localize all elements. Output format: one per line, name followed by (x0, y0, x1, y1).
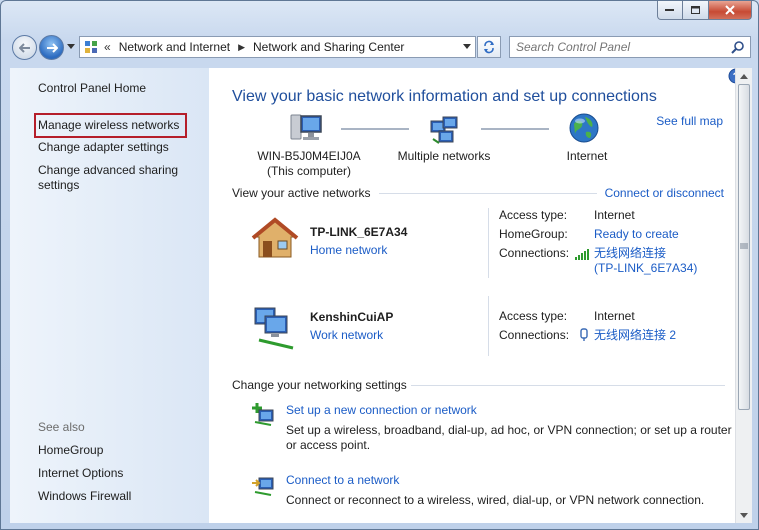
minimize-icon (665, 9, 674, 11)
connect-network-desc: Connect or reconnect to a wireless, wire… (286, 493, 705, 507)
map-networks-label: Multiple networks (397, 149, 491, 163)
network-type-link[interactable]: Home network (310, 243, 387, 258)
window-frame: « Network and Internet ▶ Network and Sha… (0, 0, 759, 530)
computer-name: WIN-B5J0M4EIJ0A (257, 149, 361, 163)
wifi-signal-icon (575, 249, 589, 260)
breadcrumb-network-sharing-center[interactable]: Network and Sharing Center (253, 40, 404, 54)
homegroup-ready-link[interactable]: Ready to create (594, 227, 679, 242)
setup-connection-desc: Set up a wireless, broadband, dial-up, a… (286, 423, 732, 452)
maximize-button[interactable] (683, 1, 709, 20)
search-box[interactable] (509, 36, 751, 58)
access-type-label: Access type: (499, 309, 568, 323)
work-network-icon (254, 307, 294, 350)
scroll-up-button[interactable] (736, 68, 752, 84)
scrollbar-thumb[interactable] (738, 84, 750, 410)
breadcrumb-separator[interactable]: ▶ (238, 42, 245, 53)
internet-globe-icon (569, 113, 599, 143)
computer-icon (290, 114, 322, 140)
settings-heading: Change your networking settings (232, 378, 407, 392)
caption-buttons (657, 1, 752, 20)
main-content: ? View your basic network information an… (209, 68, 744, 523)
computer-caption: (This computer) (266, 164, 352, 178)
connection-link[interactable]: 无线网络连接 2 (594, 328, 676, 343)
sidebar: Control Panel Home Manage wireless netwo… (10, 68, 209, 523)
connect-disconnect-link[interactable]: Connect or disconnect (605, 186, 724, 201)
address-dropdown-icon[interactable] (463, 44, 471, 49)
divider (379, 193, 597, 194)
search-input[interactable] (516, 40, 716, 54)
page-title: View your basic network information and … (232, 88, 657, 105)
new-connection-icon (252, 403, 274, 426)
map-computer-name: WIN-B5J0M4EIJ0A (This computer) (249, 149, 369, 179)
back-button[interactable] (12, 35, 37, 60)
see-also-internet-options[interactable]: Internet Options (38, 466, 123, 481)
close-icon (725, 5, 735, 15)
network-name: KenshinCuiAP (310, 310, 394, 324)
network-type-link[interactable]: Work network (310, 328, 383, 343)
see-also-windows-firewall[interactable]: Windows Firewall (38, 489, 131, 504)
divider (411, 385, 725, 386)
active-networks-heading: View your active networks (232, 186, 371, 200)
refresh-icon (484, 40, 494, 54)
maximize-icon (690, 5, 700, 14)
setup-connection-link[interactable]: Set up a new connection or network (286, 403, 477, 417)
close-button[interactable] (709, 1, 752, 20)
connections-label: Connections: (499, 246, 570, 260)
sidebar-item-manage-wireless[interactable]: Manage wireless networks (33, 113, 188, 138)
divider (488, 208, 489, 278)
control-panel-icon (85, 41, 97, 53)
search-icon[interactable] (731, 40, 745, 54)
arrow-right-icon (46, 42, 58, 53)
access-type-value: Internet (594, 309, 635, 323)
connections-label: Connections: (499, 328, 570, 342)
map-link-line (481, 128, 549, 130)
map-internet-label: Internet (566, 149, 608, 163)
see-also-homegroup[interactable]: HomeGroup (38, 443, 103, 458)
connection-link[interactable]: 无线网络连接 (TP-LINK_6E7A34) (594, 246, 697, 276)
sidebar-item-adapter-settings[interactable]: Change adapter settings (38, 140, 169, 155)
see-full-map-link[interactable]: See full map (656, 114, 723, 129)
access-type-value: Internet (594, 208, 635, 222)
home-network-icon (251, 217, 299, 258)
chevron-up-icon (740, 73, 748, 79)
minimize-button[interactable] (657, 1, 683, 20)
connection-name[interactable]: 无线网络连接 (594, 246, 697, 261)
overflow-crumb[interactable]: « (104, 40, 111, 54)
divider (488, 296, 489, 356)
sidebar-item-advanced-sharing[interactable]: Change advanced sharing settings (38, 163, 198, 193)
connection-ssid[interactable]: (TP-LINK_6E7A34) (594, 261, 697, 276)
scroll-down-button[interactable] (736, 507, 752, 523)
breadcrumb-network-and-internet[interactable]: Network and Internet (119, 40, 230, 54)
access-type-label: Access type: (499, 208, 568, 222)
chevron-down-icon (740, 512, 748, 518)
address-bar[interactable]: « Network and Internet ▶ Network and Sha… (79, 36, 476, 58)
see-also-heading: See also (38, 420, 85, 434)
recent-pages-chevron-icon[interactable] (67, 44, 75, 49)
vertical-scrollbar[interactable] (735, 68, 752, 523)
connect-network-icon (252, 477, 274, 496)
sidebar-control-panel-home[interactable]: Control Panel Home (38, 81, 146, 96)
connect-network-link[interactable]: Connect to a network (286, 473, 399, 487)
homegroup-label: HomeGroup: (499, 227, 568, 241)
network-name: TP-LINK_6E7A34 (310, 225, 408, 239)
forward-button[interactable] (39, 35, 64, 60)
map-link-line (341, 128, 409, 130)
grip-icon (740, 243, 748, 249)
refresh-button[interactable] (477, 36, 501, 58)
multiple-networks-icon (430, 116, 458, 144)
arrow-left-icon (18, 42, 30, 53)
wireless-adapter-icon (580, 328, 588, 341)
